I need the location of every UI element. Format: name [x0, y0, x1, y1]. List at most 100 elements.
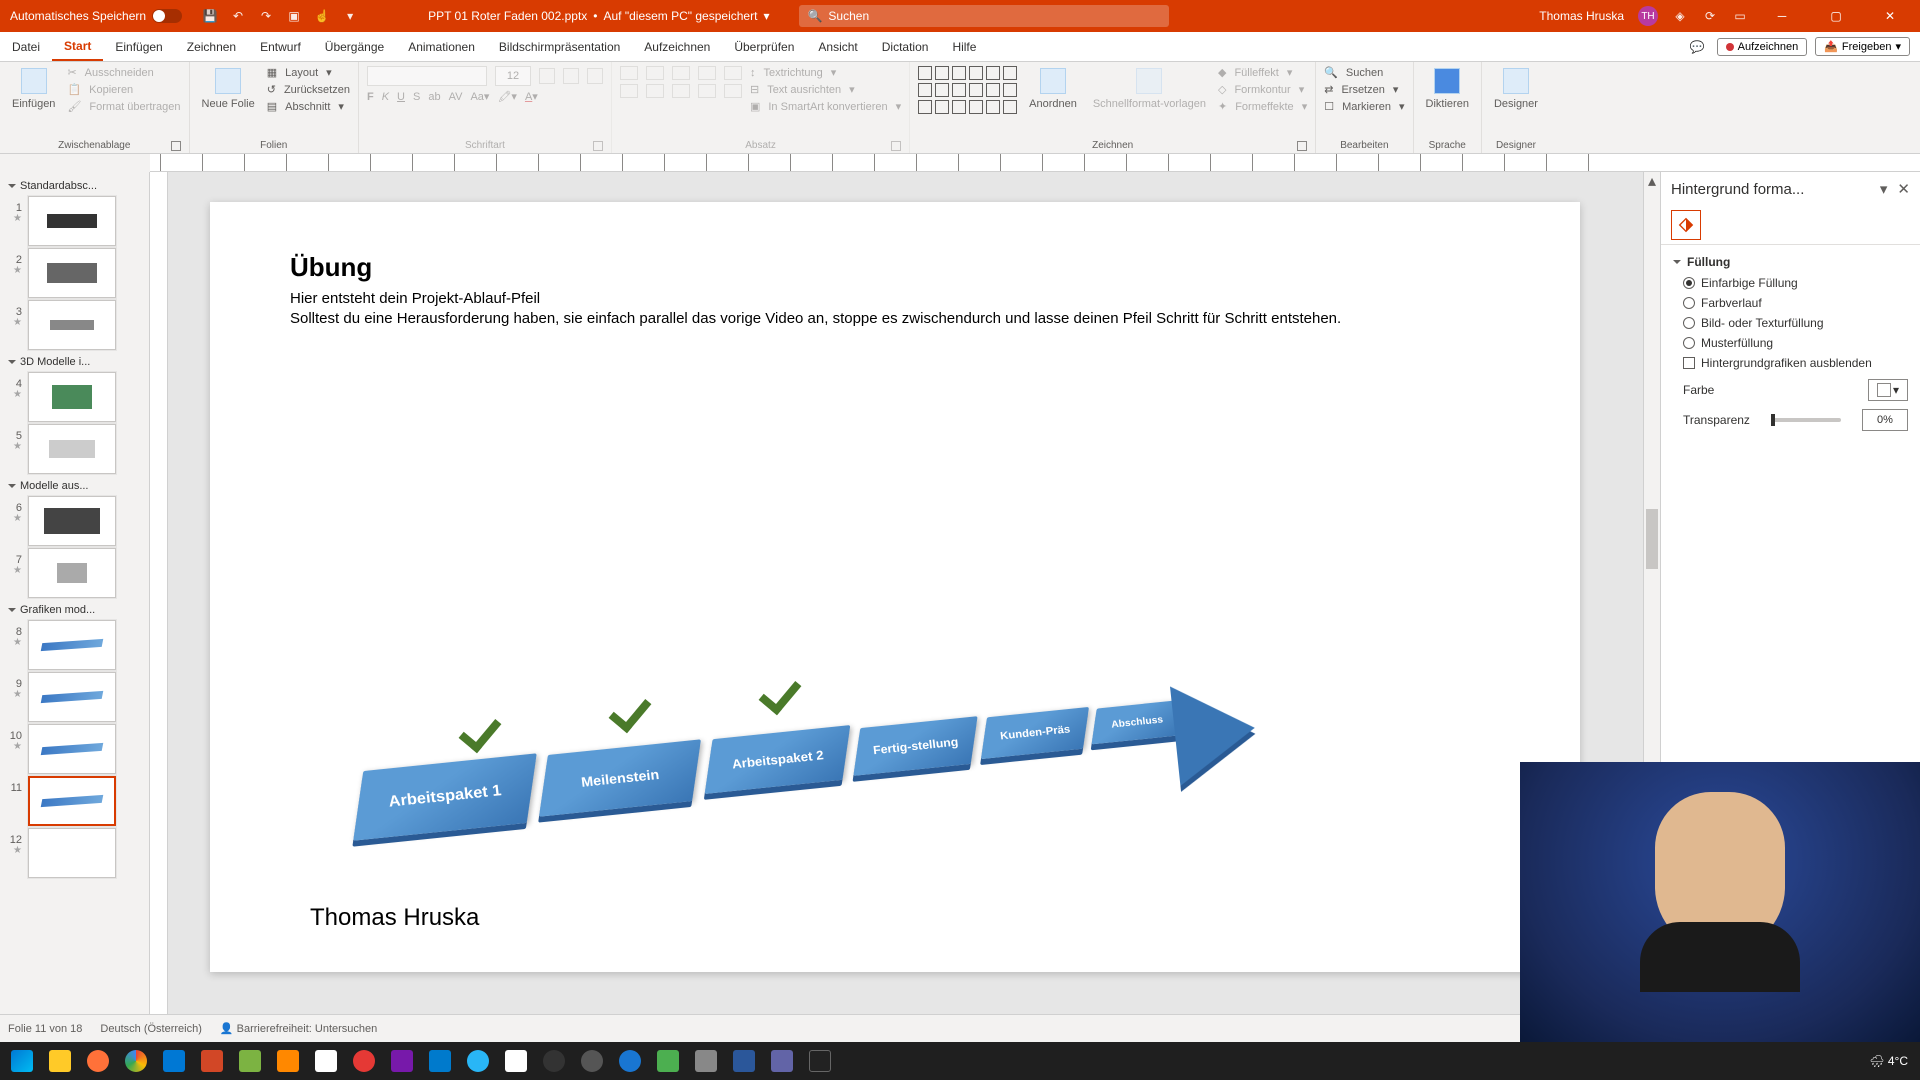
dialog-launcher-icon[interactable] — [1297, 141, 1307, 151]
section-header[interactable]: Modelle aus... — [6, 476, 143, 494]
share-button[interactable]: 📤Freigeben▾ — [1815, 37, 1910, 56]
slide-thumbnail[interactable] — [28, 300, 116, 350]
diamond-icon[interactable]: ◈ — [1672, 8, 1688, 24]
slide-thumbnail[interactable] — [28, 724, 116, 774]
tab-start[interactable]: Start — [52, 32, 103, 61]
taskbar-app[interactable] — [574, 1045, 610, 1077]
fill-tab-icon[interactable] — [1671, 210, 1701, 240]
redo-icon[interactable]: ↷ — [258, 8, 274, 24]
replace-button[interactable]: ⇄ Ersetzen ▾ — [1324, 83, 1398, 96]
autosave-toggle[interactable]: Automatisches Speichern — [0, 9, 192, 23]
slide-text-2[interactable]: Solltest du eine Herausforderung haben, … — [290, 310, 1341, 327]
shadow-button[interactable]: ab — [428, 91, 440, 103]
accessibility-checker[interactable]: 👤 Barrierefreiheit: Untersuchen — [220, 1022, 377, 1035]
taskbar-obs[interactable] — [536, 1045, 572, 1077]
taskbar-app[interactable] — [498, 1045, 534, 1077]
slide-thumbnail[interactable] — [28, 672, 116, 722]
sync-icon[interactable]: ⟳ — [1702, 8, 1718, 24]
pane-options-icon[interactable]: ▾ — [1880, 180, 1888, 198]
weather-widget[interactable]: 🌧 4°C — [1869, 1054, 1908, 1068]
scroll-up-icon[interactable]: ▴ — [1644, 172, 1660, 189]
arrange-button[interactable]: Anordnen — [1025, 66, 1081, 112]
tab-hilfe[interactable]: Hilfe — [940, 32, 988, 61]
underline-button[interactable]: U — [397, 91, 405, 103]
taskbar-vscode[interactable] — [422, 1045, 458, 1077]
arrow-segment[interactable]: Kunden-Präs — [981, 707, 1089, 759]
present-icon[interactable]: ▣ — [286, 8, 302, 24]
document-title[interactable]: PPT 01 Roter Faden 002.pptx • Auf "diese… — [428, 9, 769, 23]
tab-uebergaenge[interactable]: Übergänge — [313, 32, 396, 61]
align-right-icon[interactable] — [672, 84, 690, 98]
search-input[interactable] — [828, 9, 1161, 23]
taskbar-chrome[interactable] — [118, 1045, 154, 1077]
find-button[interactable]: 🔍 Suchen — [1324, 66, 1383, 79]
taskbar-app[interactable] — [232, 1045, 268, 1077]
arrow-segment[interactable]: Fertig-stellung — [853, 716, 977, 776]
slide-canvas[interactable]: Übung Hier entsteht dein Projekt-Ablauf-… — [150, 172, 1660, 1014]
user-name[interactable]: Thomas Hruska — [1539, 9, 1624, 23]
tab-aufzeichnen[interactable]: Aufzeichnen — [632, 32, 722, 61]
slide-thumbnail[interactable] — [28, 196, 116, 246]
taskbar-outlook[interactable] — [156, 1045, 192, 1077]
bullets-icon[interactable] — [620, 66, 638, 80]
taskbar-powerpoint[interactable] — [194, 1045, 230, 1077]
slide-thumbnail[interactable] — [28, 548, 116, 598]
slide[interactable]: Übung Hier entsteht dein Projekt-Ablauf-… — [210, 202, 1580, 972]
comments-icon[interactable]: 💬 — [1686, 36, 1709, 58]
slide-text-1[interactable]: Hier entsteht dein Projekt-Ablauf-Pfeil — [290, 290, 540, 307]
shapes-gallery[interactable] — [918, 66, 1017, 114]
taskbar-explorer[interactable] — [42, 1045, 78, 1077]
increase-font-icon[interactable] — [539, 68, 555, 84]
tab-zeichnen[interactable]: Zeichnen — [175, 32, 248, 61]
font-color-button[interactable]: A▾ — [525, 90, 538, 103]
touch-icon[interactable]: ☝ — [314, 8, 330, 24]
taskbar-teams[interactable] — [764, 1045, 800, 1077]
dialog-launcher-icon[interactable] — [593, 141, 603, 151]
slide-thumbnails-panel[interactable]: Standardabsc... 1★ 2★ 3★ 3D Modelle i...… — [0, 172, 150, 1014]
increase-indent-icon[interactable] — [698, 66, 716, 80]
bold-button[interactable]: F — [367, 91, 374, 103]
taskbar-app[interactable] — [802, 1045, 838, 1077]
tab-datei[interactable]: Datei — [0, 32, 52, 61]
font-size-input[interactable]: 12 — [495, 66, 531, 86]
align-left-icon[interactable] — [620, 84, 638, 98]
fill-pattern-radio[interactable]: Musterfüllung — [1673, 333, 1908, 353]
scrollbar-thumb[interactable] — [1646, 509, 1658, 569]
quickstyles-button[interactable]: Schnellformat-vorlagen — [1089, 66, 1210, 112]
arrow-segment[interactable]: Arbeitspaket 1 — [353, 753, 537, 840]
decrease-font-icon[interactable] — [563, 68, 579, 84]
taskbar-app[interactable] — [688, 1045, 724, 1077]
taskbar-app[interactable] — [650, 1045, 686, 1077]
taskbar-vlc[interactable] — [270, 1045, 306, 1077]
start-button[interactable] — [4, 1045, 40, 1077]
slide-thumbnail[interactable] — [28, 496, 116, 546]
vertical-ruler[interactable] — [150, 172, 168, 1014]
align-text-button[interactable]: ⊟ Text ausrichten ▾ — [750, 83, 901, 96]
case-button[interactable]: Aa▾ — [470, 90, 489, 103]
slide-thumbnail[interactable] — [28, 828, 116, 878]
shape-effects-button[interactable]: ✦ Formeffekte ▾ — [1218, 100, 1307, 113]
slide-title[interactable]: Übung — [290, 252, 372, 283]
select-button[interactable]: ☐ Markieren ▾ — [1324, 100, 1404, 113]
hide-bg-checkbox[interactable]: Hintergrundgrafiken ausblenden — [1673, 353, 1908, 373]
fill-section-header[interactable]: Füllung — [1673, 251, 1908, 273]
taskbar-onenote[interactable] — [384, 1045, 420, 1077]
line-spacing-icon[interactable] — [724, 66, 742, 80]
tab-entwurf[interactable]: Entwurf — [248, 32, 313, 61]
copy-button[interactable]: 📋 Kopieren — [67, 83, 180, 96]
section-header[interactable]: 3D Modelle i... — [6, 352, 143, 370]
paste-button[interactable]: Einfügen — [8, 66, 59, 112]
section-header[interactable]: Grafiken mod... — [6, 600, 143, 618]
tab-bildschirmpraesentation[interactable]: Bildschirmpräsentation — [487, 32, 632, 61]
arrow-segment[interactable]: Abschluss — [1092, 700, 1184, 745]
highlight-button[interactable]: 🖍▾ — [497, 90, 517, 103]
reset-button[interactable]: ↺ Zurücksetzen — [267, 83, 350, 96]
cut-button[interactable]: ✂ Ausschneiden — [67, 66, 180, 79]
search-box[interactable]: 🔍 — [799, 5, 1169, 27]
slide-counter[interactable]: Folie 11 von 18 — [8, 1023, 82, 1035]
slide-thumbnail[interactable] — [28, 248, 116, 298]
transparency-value[interactable]: 0% — [1862, 409, 1908, 431]
minimize-button[interactable]: ─ — [1762, 0, 1802, 32]
taskbar-app[interactable] — [308, 1045, 344, 1077]
fill-picture-radio[interactable]: Bild- oder Texturfüllung — [1673, 313, 1908, 333]
